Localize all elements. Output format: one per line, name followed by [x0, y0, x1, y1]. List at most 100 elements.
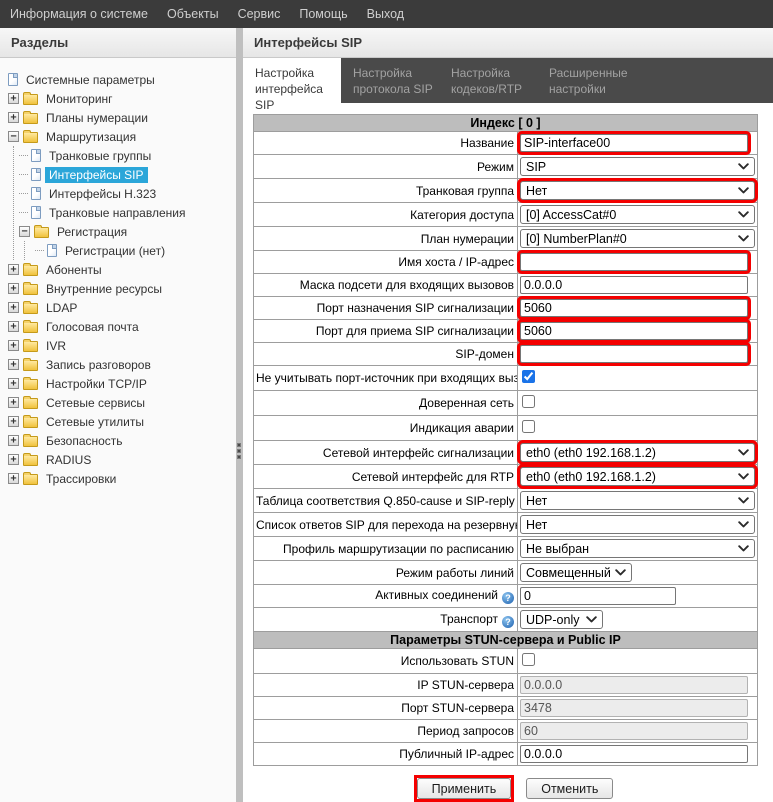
tree-item[interactable]: + Настройки TCP/IP: [8, 374, 236, 393]
tree-item-label[interactable]: Системные параметры: [22, 72, 159, 88]
select-dropdown[interactable]: Не выбран: [520, 539, 755, 558]
expand-icon[interactable]: +: [8, 397, 19, 408]
tree-item[interactable]: Транковые группы: [14, 146, 236, 165]
tree-item-label[interactable]: Сетевые утилиты: [42, 414, 148, 430]
menu-item[interactable]: Объекты: [167, 7, 219, 21]
text-input[interactable]: [520, 745, 748, 763]
checkbox[interactable]: [522, 653, 535, 666]
expand-icon[interactable]: +: [8, 112, 19, 123]
tree-item-label[interactable]: Маршрутизация: [42, 129, 140, 145]
splitter[interactable]: [236, 28, 243, 802]
text-input[interactable]: [520, 676, 748, 694]
select-dropdown[interactable]: Нет: [520, 181, 755, 200]
tree-item-label[interactable]: Внутренние ресурсы: [42, 281, 166, 297]
expand-icon[interactable]: +: [8, 264, 19, 275]
checkbox[interactable]: [522, 395, 535, 408]
tree-item-label[interactable]: Транковые группы: [45, 148, 155, 164]
tree-item-label[interactable]: Планы нумерации: [42, 110, 152, 126]
tree-item-label[interactable]: Транковые направления: [45, 205, 189, 221]
menu-item[interactable]: Помощь: [299, 7, 347, 21]
expand-icon[interactable]: +: [8, 283, 19, 294]
tree-item[interactable]: + IVR: [8, 336, 236, 355]
text-input[interactable]: [520, 345, 748, 363]
tree-item-label[interactable]: Сетевые сервисы: [42, 395, 149, 411]
apply-button[interactable]: Применить: [417, 778, 512, 799]
tree-item-label[interactable]: Трассировки: [42, 471, 120, 487]
select-dropdown[interactable]: eth0 (eth0 192.168.1.2): [520, 467, 755, 486]
select-dropdown[interactable]: UDP-only: [520, 610, 603, 629]
tree-item[interactable]: + Голосовая почта: [8, 317, 236, 336]
tree-item[interactable]: − Маршрутизация: [8, 127, 236, 146]
text-input[interactable]: [520, 587, 676, 605]
tree-item-label[interactable]: Регистрации (нет): [61, 243, 169, 259]
tree-item-label[interactable]: Интерфейсы SIP: [45, 167, 148, 183]
select-dropdown[interactable]: SIP: [520, 157, 755, 176]
tab[interactable]: Настройка протокола SIP: [341, 58, 439, 103]
text-input[interactable]: [520, 699, 748, 717]
expand-icon[interactable]: +: [8, 454, 19, 465]
expand-icon[interactable]: +: [8, 359, 19, 370]
tree-item-label[interactable]: Настройки TCP/IP: [42, 376, 151, 392]
collapse-icon[interactable]: −: [19, 226, 30, 237]
collapse-icon[interactable]: −: [8, 131, 19, 142]
tree-item-label[interactable]: Мониторинг: [42, 91, 117, 107]
expand-icon[interactable]: +: [8, 435, 19, 446]
menu-item[interactable]: Сервис: [238, 7, 281, 21]
menu-item[interactable]: Информация о системе: [10, 7, 148, 21]
tree-item-label[interactable]: Регистрация: [53, 224, 131, 240]
text-input[interactable]: [520, 253, 748, 271]
tree-item[interactable]: − Регистрация: [14, 222, 236, 241]
tree-item-label[interactable]: IVR: [42, 338, 70, 354]
tab[interactable]: Настройка кодеков/RTP: [439, 58, 537, 103]
tree-item[interactable]: + Сетевые сервисы: [8, 393, 236, 412]
tab-active[interactable]: Настройка интерфейса SIP: [243, 58, 341, 103]
tree-item-label[interactable]: Запись разговоров: [42, 357, 155, 373]
tree-item-label[interactable]: Абоненты: [42, 262, 106, 278]
tree-item[interactable]: + Внутренние ресурсы: [8, 279, 236, 298]
tree-item-label[interactable]: LDAP: [42, 300, 81, 316]
checkbox[interactable]: [522, 370, 535, 383]
expand-icon[interactable]: +: [8, 416, 19, 427]
tree-item[interactable]: + RADIUS: [8, 450, 236, 469]
text-input[interactable]: [520, 299, 748, 317]
tree-item[interactable]: + Сетевые утилиты: [8, 412, 236, 431]
help-icon[interactable]: ?: [502, 592, 514, 604]
select-dropdown[interactable]: [0] AccessCat#0: [520, 205, 755, 224]
expand-icon[interactable]: +: [8, 473, 19, 484]
tree-item-label[interactable]: Безопасность: [42, 433, 127, 449]
tree-item-label[interactable]: RADIUS: [42, 452, 95, 468]
tree-item[interactable]: + Запись разговоров: [8, 355, 236, 374]
tree-item[interactable]: + Планы нумерации: [8, 108, 236, 127]
tree-item[interactable]: + Безопасность: [8, 431, 236, 450]
tree-item-label[interactable]: Интерфейсы H.323: [45, 186, 160, 202]
text-input[interactable]: [520, 276, 748, 294]
text-input[interactable]: [520, 322, 748, 340]
tree-item[interactable]: Интерфейсы SIP: [14, 165, 236, 184]
text-input[interactable]: [520, 722, 748, 740]
select-dropdown[interactable]: Нет: [520, 491, 755, 510]
expand-icon[interactable]: +: [8, 321, 19, 332]
menu-item[interactable]: Выход: [367, 7, 404, 21]
tree-item[interactable]: Регистрации (нет): [30, 241, 236, 260]
cancel-button[interactable]: Отменить: [526, 778, 613, 799]
expand-icon[interactable]: +: [8, 93, 19, 104]
tree-item[interactable]: Интерфейсы H.323: [14, 184, 236, 203]
select-dropdown[interactable]: [0] NumberPlan#0: [520, 229, 755, 248]
expand-icon[interactable]: +: [8, 340, 19, 351]
select-dropdown[interactable]: Совмещенный: [520, 563, 632, 582]
tree-item[interactable]: Транковые направления: [14, 203, 236, 222]
text-input[interactable]: [520, 134, 748, 152]
select-dropdown[interactable]: eth0 (eth0 192.168.1.2): [520, 443, 755, 462]
select-dropdown[interactable]: Нет: [520, 515, 755, 534]
tree-item-label[interactable]: Голосовая почта: [42, 319, 143, 335]
expand-icon[interactable]: +: [8, 302, 19, 313]
tree-item[interactable]: + Абоненты: [8, 260, 236, 279]
tree-item[interactable]: Системные параметры: [8, 70, 236, 89]
tree-item[interactable]: + Мониторинг: [8, 89, 236, 108]
splitter-grip-icon[interactable]: [237, 443, 241, 459]
expand-icon[interactable]: +: [8, 378, 19, 389]
tree-item[interactable]: + Трассировки: [8, 469, 236, 488]
tree-item[interactable]: + LDAP: [8, 298, 236, 317]
help-icon[interactable]: ?: [502, 616, 514, 628]
tab[interactable]: Расширенные настройки: [537, 58, 635, 103]
